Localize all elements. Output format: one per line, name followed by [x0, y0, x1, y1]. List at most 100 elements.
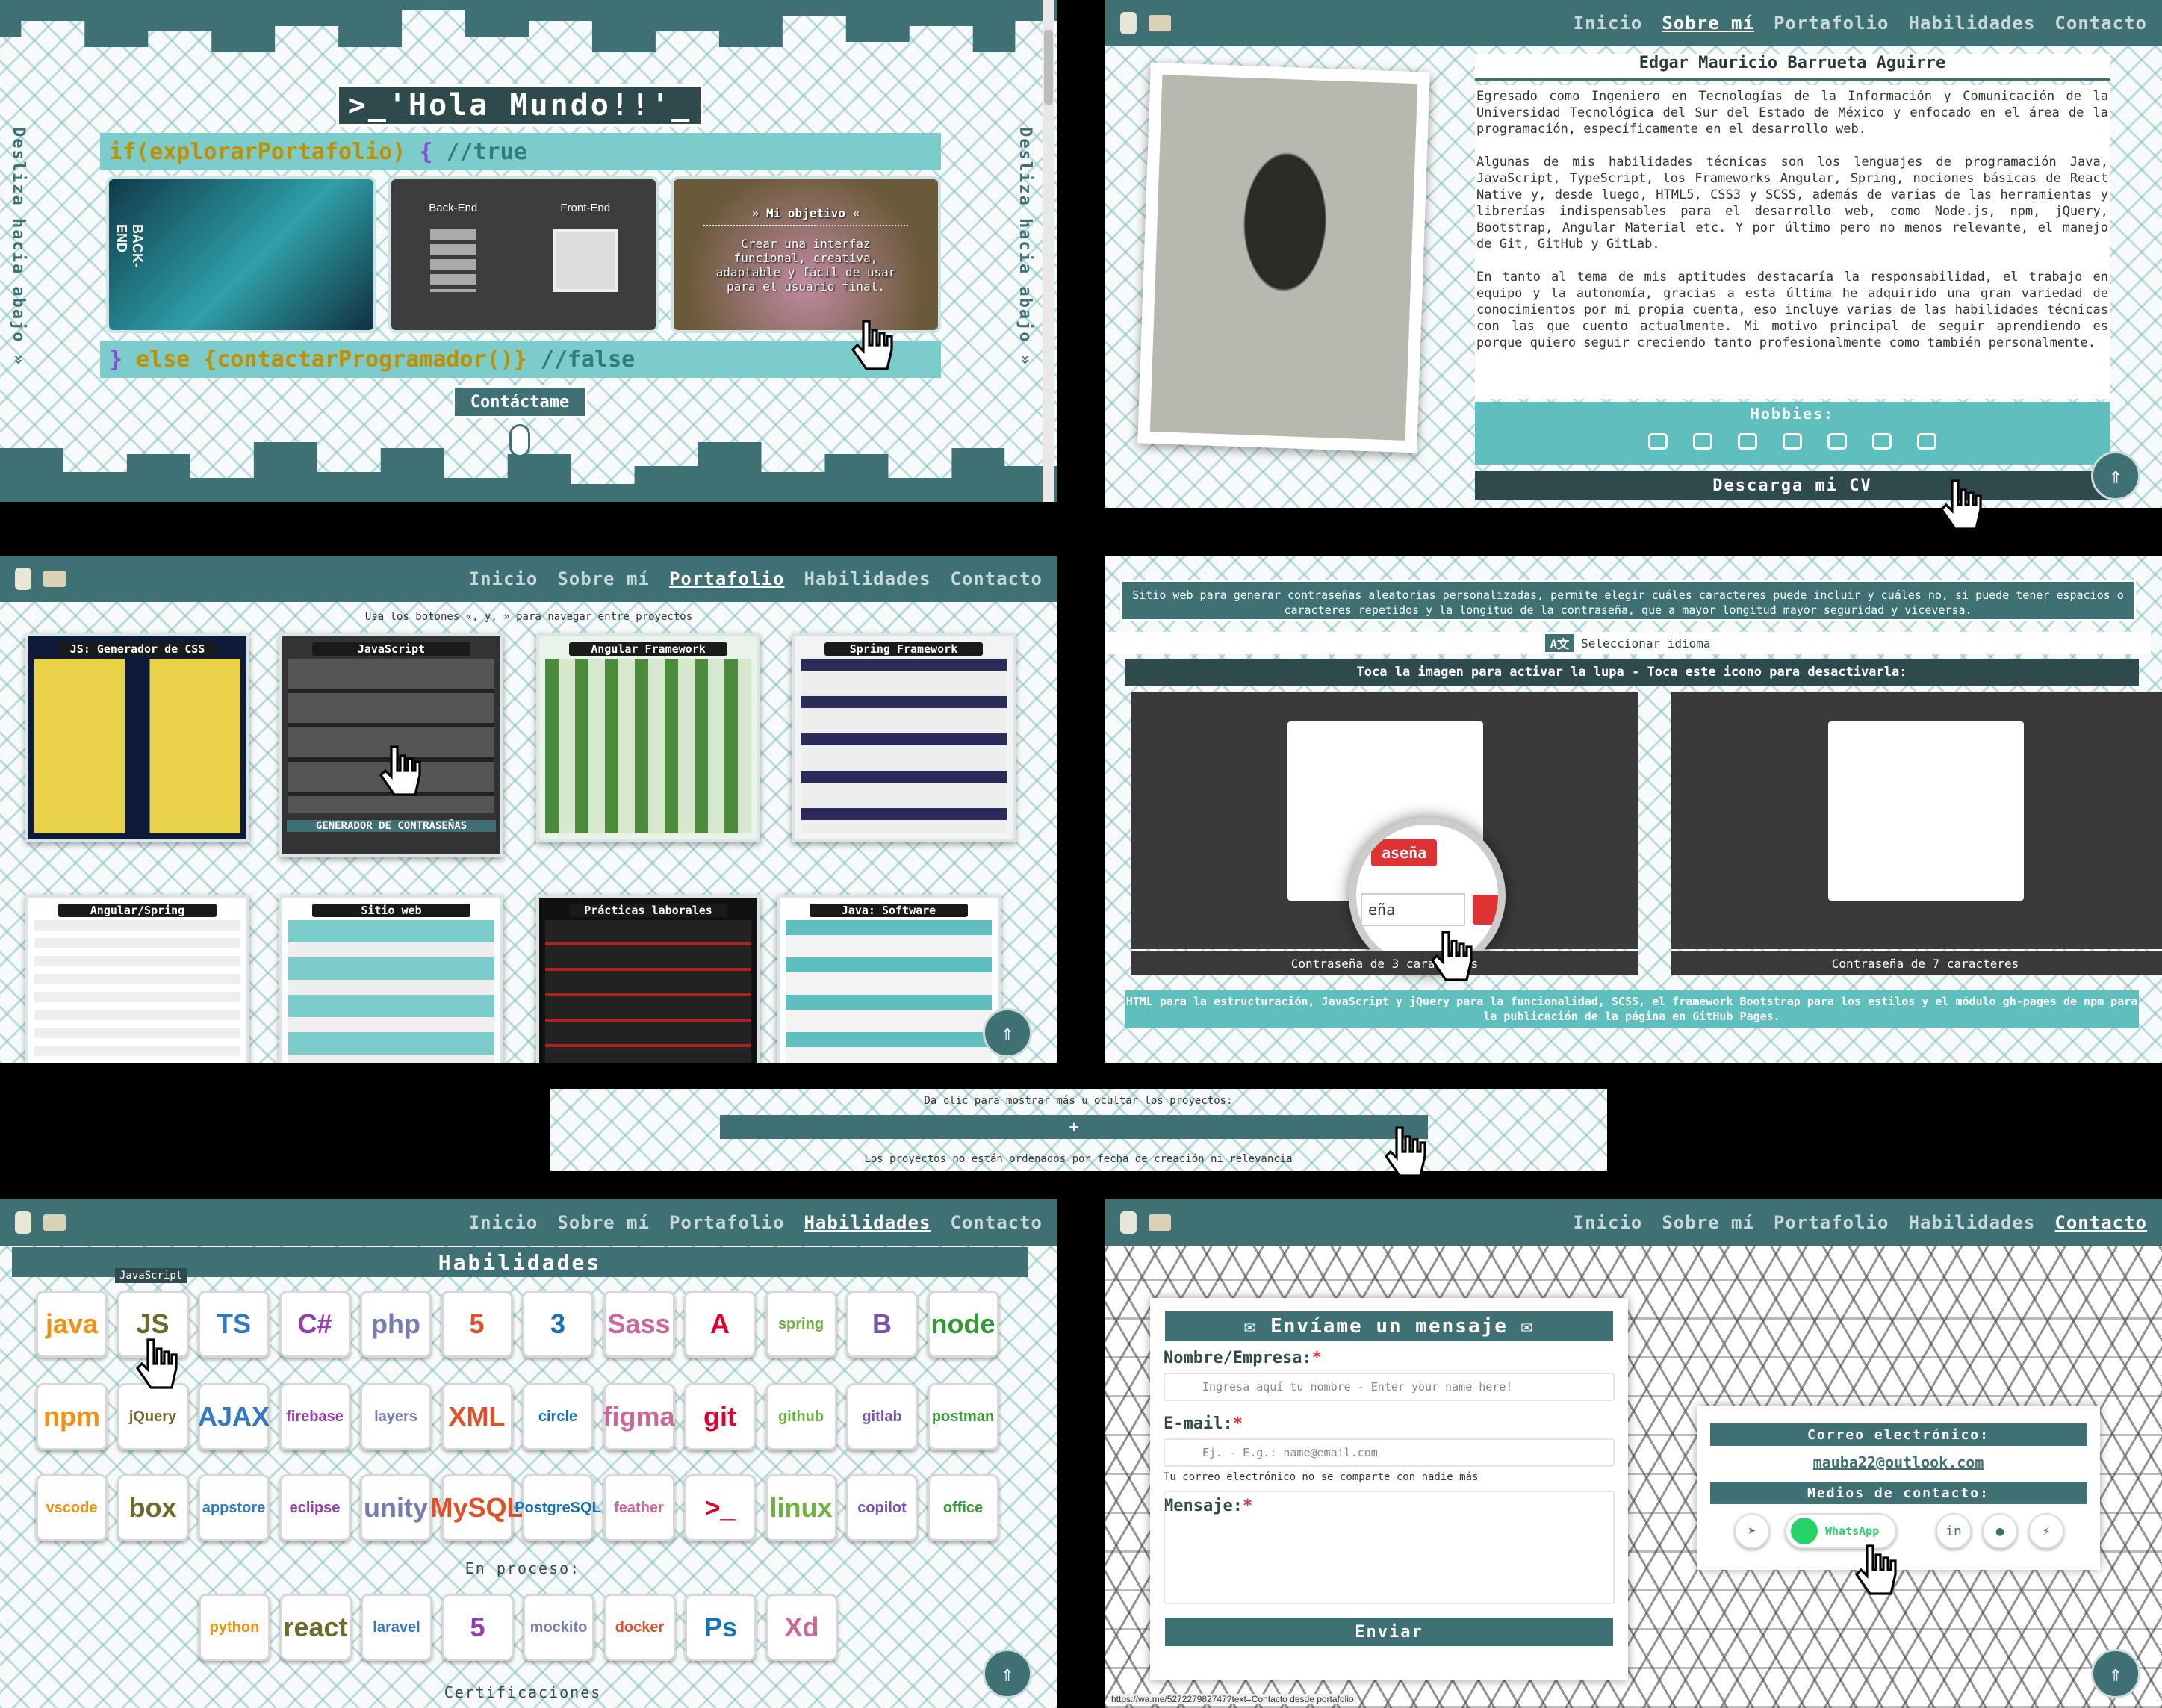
- project-card[interactable]: Angular Framework: [536, 633, 760, 842]
- logo[interactable]: [1120, 1211, 1171, 1234]
- project-card[interactable]: Java: Software: [777, 895, 1001, 1063]
- nav-contacto[interactable]: Contacto: [2054, 13, 2147, 34]
- skill-row2-5-icon[interactable]: XML: [441, 1383, 513, 1450]
- objective-card[interactable]: » Mi objetivo « Crear una interfaz funci…: [671, 176, 941, 333]
- nav-habilidades[interactable]: Habilidades: [804, 568, 931, 589]
- skill-row1-0-icon[interactable]: java: [36, 1291, 108, 1358]
- nav-portafolio[interactable]: Portafolio: [1774, 13, 1889, 34]
- skill-row3-11-icon[interactable]: office: [927, 1474, 999, 1541]
- language-selector[interactable]: A文 Seleccionar idioma: [1105, 632, 2151, 654]
- nav-sobre-mi[interactable]: Sobre mí: [1662, 13, 1754, 34]
- skill-row4-3-icon[interactable]: 5: [441, 1594, 514, 1661]
- skill-row2-4-icon[interactable]: layers: [360, 1383, 432, 1450]
- toggle-projects-button[interactable]: +: [720, 1115, 1428, 1139]
- project-card[interactable]: Spring Framework: [792, 633, 1016, 842]
- skill-row3-4-icon[interactable]: unity: [360, 1474, 432, 1541]
- skill-row1-7-icon[interactable]: Sass: [603, 1291, 675, 1358]
- skill-row4-1-icon[interactable]: react: [279, 1594, 352, 1661]
- telegram-icon[interactable]: ➤: [1734, 1513, 1770, 1549]
- skill-row2-8-icon[interactable]: git: [684, 1383, 756, 1450]
- skill-row3-5-icon[interactable]: MySQL: [431, 1474, 524, 1541]
- scroll-top-button[interactable]: ⇑: [983, 1008, 1032, 1058]
- skill-row3-1-icon[interactable]: box: [117, 1474, 189, 1541]
- message-textarea[interactable]: [1164, 1491, 1615, 1604]
- download-cv-button[interactable]: Descarga mi CV: [1475, 471, 2110, 500]
- skill-row4-2-icon[interactable]: laravel: [361, 1594, 432, 1661]
- logo[interactable]: [15, 568, 66, 590]
- be-fe-card[interactable]: Back-End Front-End: [388, 176, 659, 333]
- nav-sobre-mi[interactable]: Sobre mí: [557, 1212, 650, 1233]
- logo[interactable]: [1120, 12, 1171, 34]
- skill-row1-6-icon[interactable]: 3: [522, 1291, 594, 1358]
- skill-row1-11-icon[interactable]: node: [927, 1291, 999, 1358]
- nav-inicio[interactable]: Inicio: [469, 1212, 538, 1233]
- nav-habilidades[interactable]: Habilidades: [1908, 1212, 2035, 1233]
- scrollbar[interactable]: [1043, 0, 1054, 502]
- skill-row2-2-icon[interactable]: AJAX: [198, 1383, 270, 1450]
- linkedin-icon[interactable]: in: [1936, 1513, 1972, 1549]
- nav-sobre-mi[interactable]: Sobre mí: [1662, 1212, 1754, 1233]
- skill-row3-9-icon[interactable]: linux: [765, 1474, 837, 1541]
- skill-row3-3-icon[interactable]: eclipse: [279, 1474, 351, 1541]
- nav-inicio[interactable]: Inicio: [469, 568, 538, 589]
- skill-row3-6-icon[interactable]: PostgreSQL: [515, 1474, 601, 1541]
- nav-contacto[interactable]: Contacto: [950, 568, 1043, 589]
- bio-p2: Algunas de mis habilidades técnicas son …: [1476, 155, 2108, 252]
- skill-row3-0-icon[interactable]: vscode: [36, 1474, 108, 1541]
- name-input[interactable]: Ingresa aquí tu nombre - Enter your name…: [1164, 1373, 1615, 1401]
- screenshot-right[interactable]: [1671, 692, 2162, 949]
- backend-art-card[interactable]: BACK-END: [106, 176, 376, 333]
- skill-row2-0-icon[interactable]: npm: [36, 1383, 108, 1450]
- skill-row4-6-icon[interactable]: Ps: [685, 1594, 757, 1661]
- nav-portafolio[interactable]: Portafolio: [669, 568, 785, 589]
- skill-row2-11-icon[interactable]: postman: [927, 1383, 999, 1450]
- skill-row3-8-icon[interactable]: >_: [684, 1474, 756, 1541]
- nav-inicio[interactable]: Inicio: [1574, 1212, 1643, 1233]
- nav-inicio[interactable]: Inicio: [1574, 13, 1643, 34]
- scroll-top-button[interactable]: ⇑: [2091, 1649, 2140, 1698]
- language-select[interactable]: Seleccionar idioma: [1581, 636, 1710, 650]
- nav-sobre-mi[interactable]: Sobre mí: [557, 568, 650, 589]
- nav-contacto[interactable]: Contacto: [950, 1212, 1043, 1233]
- bio-p3: En tanto al tema de mis aptitudes destac…: [1476, 270, 2108, 350]
- skill-row3-10-icon[interactable]: copilot: [846, 1474, 918, 1541]
- skill-row2-6-icon[interactable]: circle: [522, 1383, 594, 1450]
- skill-row2-3-icon[interactable]: firebase: [279, 1383, 351, 1450]
- project-card[interactable]: Prácticas laborales: [536, 895, 760, 1063]
- send-button[interactable]: Enviar: [1165, 1618, 1613, 1646]
- github-icon[interactable]: ●: [1982, 1513, 2018, 1549]
- skill-row4-0-icon[interactable]: python: [199, 1594, 270, 1661]
- skill-row2-10-icon[interactable]: gitlab: [846, 1383, 918, 1450]
- skill-row1-2-icon[interactable]: TS: [198, 1291, 270, 1358]
- skill-row1-9-icon[interactable]: spring: [765, 1291, 837, 1358]
- project-card[interactable]: JS: Generador de CSS: [25, 633, 249, 842]
- nav-portafolio[interactable]: Portafolio: [669, 1212, 785, 1233]
- nav-portafolio[interactable]: Portafolio: [1774, 1212, 1889, 1233]
- skill-row4-4-icon[interactable]: mockito: [523, 1594, 594, 1661]
- gamepad-icon: [1827, 433, 1847, 450]
- contact-me-button[interactable]: Contáctame: [453, 385, 587, 418]
- logo[interactable]: [15, 1211, 66, 1234]
- project-card[interactable]: Sitio web: [279, 895, 503, 1063]
- skill-row1-5-icon[interactable]: 5: [441, 1291, 513, 1358]
- skill-row3-2-icon[interactable]: appstore: [198, 1474, 270, 1541]
- scroll-down-indicator[interactable]: [509, 424, 530, 457]
- scroll-top-button[interactable]: ⇑: [983, 1649, 1032, 1698]
- skill-row1-10-icon[interactable]: B: [846, 1291, 918, 1358]
- scroll-top-button[interactable]: ⇑: [2091, 451, 2140, 500]
- skill-row2-7-icon[interactable]: figma: [603, 1383, 675, 1450]
- messenger-icon[interactable]: ⚡: [2028, 1513, 2064, 1549]
- nav-habilidades[interactable]: Habilidades: [804, 1212, 931, 1233]
- skill-row3-7-icon[interactable]: feather: [603, 1474, 675, 1541]
- nav-habilidades[interactable]: Habilidades: [1908, 13, 2035, 34]
- skill-row2-9-icon[interactable]: github: [765, 1383, 837, 1450]
- email-input[interactable]: Ej. - E.g.: name@email.com: [1164, 1438, 1615, 1467]
- mail-link[interactable]: mauba22@outlook.com: [1697, 1453, 2100, 1471]
- nav-contacto[interactable]: Contacto: [2054, 1212, 2147, 1233]
- project-card[interactable]: Angular/Spring: [25, 895, 249, 1063]
- skill-row1-8-icon[interactable]: A: [684, 1291, 756, 1358]
- skill-row1-4-icon[interactable]: php: [360, 1291, 432, 1358]
- skill-row4-5-icon[interactable]: docker: [603, 1594, 676, 1661]
- skill-row1-3-icon[interactable]: C#: [279, 1291, 351, 1358]
- skill-row4-7-icon[interactable]: Xd: [765, 1594, 838, 1661]
